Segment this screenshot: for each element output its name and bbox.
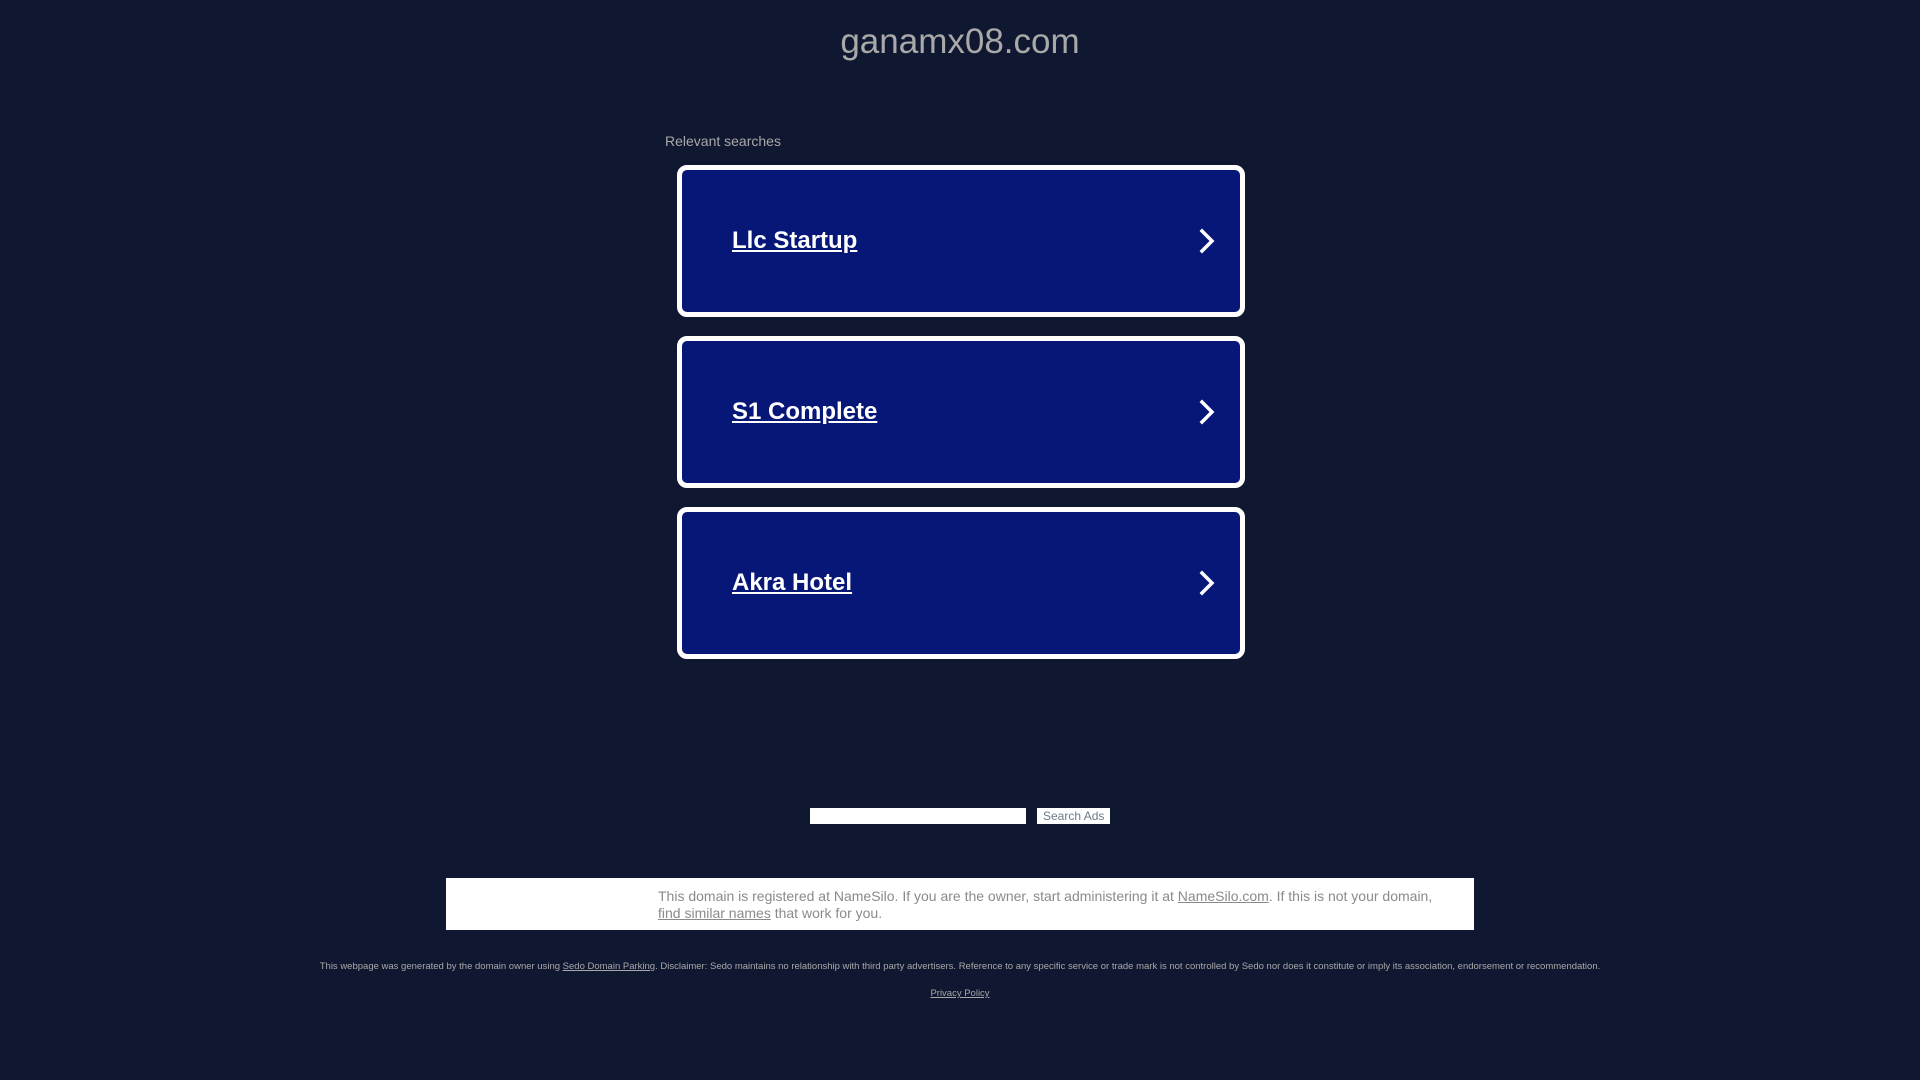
registrar-notice-text: This domain is registered at NameSilo. I…	[658, 888, 1458, 922]
relevant-searches-label: Relevant searches	[665, 133, 781, 149]
registrar-text-part: . If this is not your domain,	[1268, 888, 1433, 904]
search-result-link[interactable]: Llc Startup	[732, 170, 857, 312]
registrar-text-part: This domain is registered at NameSilo. I…	[658, 888, 1178, 904]
parked-domain-page: ganamx08.com Relevant searches Llc Start…	[0, 0, 1920, 1080]
search-result-link[interactable]: Akra Hotel	[732, 512, 852, 654]
disclaimer-prefix: This webpage was generated by the domain…	[319, 961, 563, 972]
namesilo-link[interactable]: NameSilo.com	[1178, 888, 1269, 904]
search-result-s1-complete[interactable]: S1 Complete	[677, 336, 1245, 488]
domain-title: ganamx08.com	[840, 22, 1080, 61]
search-ads-form: Search Ads	[810, 808, 1111, 824]
chevron-right-icon	[1199, 228, 1215, 254]
search-result-link[interactable]: S1 Complete	[732, 341, 877, 483]
search-result-llc-startup[interactable]: Llc Startup	[677, 165, 1245, 317]
privacy-footer: Privacy Policy	[0, 988, 1920, 999]
search-result-akra-hotel[interactable]: Akra Hotel	[677, 507, 1245, 659]
registrar-text-part: that work for you.	[770, 905, 883, 921]
find-similar-names-link[interactable]: find similar names	[658, 905, 771, 921]
disclaimer-text: This webpage was generated by the domain…	[0, 961, 1920, 972]
disclaimer-suffix: . Disclaimer: Sedo maintains no relation…	[655, 961, 1601, 972]
privacy-policy-link[interactable]: Privacy Policy	[930, 988, 989, 999]
chevron-right-icon	[1199, 570, 1215, 596]
search-results-list: Llc Startup S1 Complete Akra Hotel	[677, 165, 1245, 678]
search-input[interactable]	[810, 808, 1026, 824]
sedo-parking-link[interactable]: Sedo Domain Parking	[563, 961, 655, 972]
registrar-notice: This domain is registered at NameSilo. I…	[446, 878, 1474, 930]
search-ads-button[interactable]: Search Ads	[1037, 808, 1111, 824]
chevron-right-icon	[1199, 399, 1215, 425]
